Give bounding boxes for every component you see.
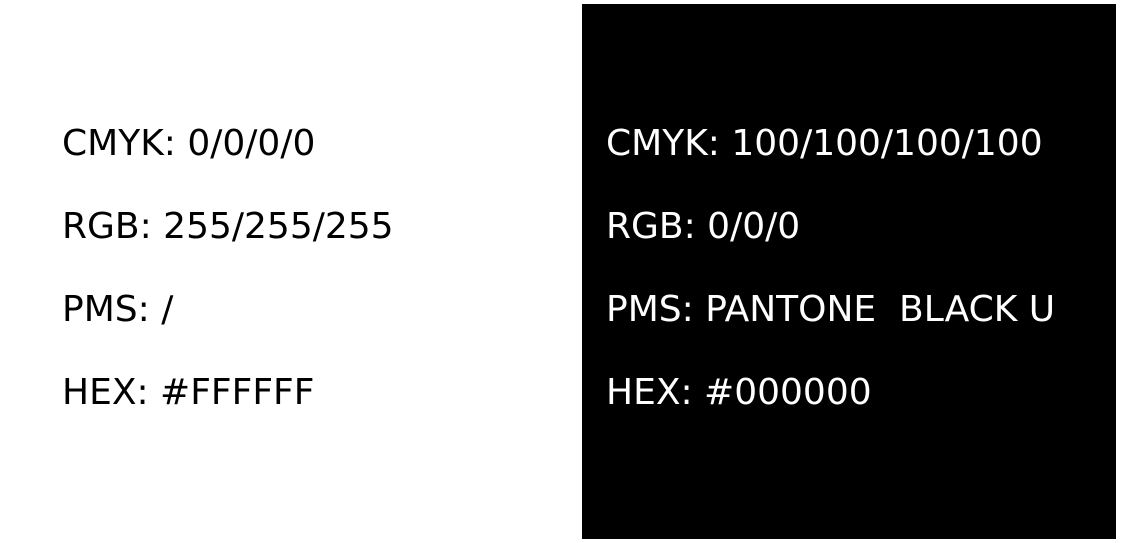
- black-cmyk-value: CMYK: 100/100/100/100: [606, 123, 1043, 164]
- black-color-swatch: CMYK: 100/100/100/100 RGB: 0/0/0 PMS: PA…: [582, 4, 1116, 539]
- white-pms-value: PMS: /: [62, 289, 174, 330]
- black-color-specs: CMYK: 100/100/100/100 RGB: 0/0/0 PMS: PA…: [606, 122, 1055, 454]
- white-rgb-value: RGB: 255/255/255: [62, 206, 394, 247]
- black-pms-value: PMS: PANTONE BLACK U: [606, 289, 1056, 330]
- white-cmyk-value: CMYK: 0/0/0/0: [62, 123, 316, 164]
- white-hex-value: HEX: #FFFFFF: [62, 372, 315, 413]
- white-color-swatch: CMYK: 0/0/0/0 RGB: 255/255/255 PMS: / HE…: [0, 0, 570, 543]
- black-hex-value: HEX: #000000: [606, 372, 872, 413]
- black-rgb-value: RGB: 0/0/0: [606, 206, 801, 247]
- white-color-specs: CMYK: 0/0/0/0 RGB: 255/255/255 PMS: / HE…: [62, 122, 394, 454]
